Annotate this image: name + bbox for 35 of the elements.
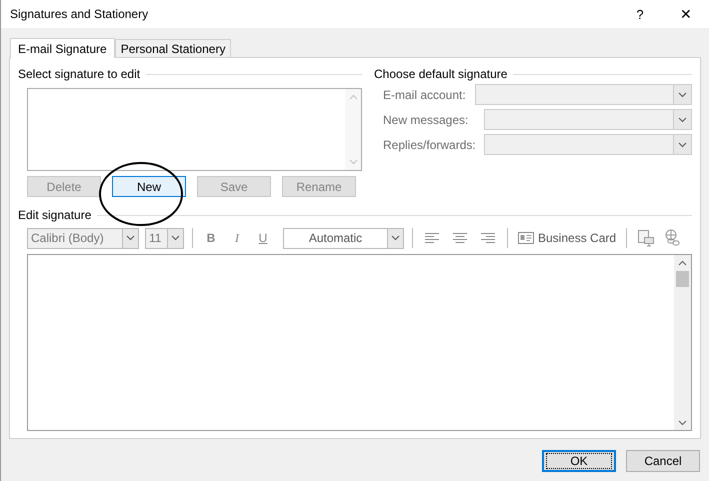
chevron-down-icon[interactable] <box>126 235 135 241</box>
field-label: New messages: <box>382 112 470 126</box>
chevron-down-icon[interactable] <box>391 235 400 241</box>
group-heading: Edit signature <box>18 208 92 222</box>
font-size-dropdown[interactable]: 11 <box>145 228 184 248</box>
dialog-button[interactable]: OK <box>542 450 616 472</box>
scrollbar-thumb[interactable] <box>676 271 689 287</box>
tab[interactable]: E-mail Signature <box>10 38 115 58</box>
field-label: Replies/forwards: <box>382 138 477 152</box>
business-card-icon <box>518 232 534 244</box>
chevron-up-icon[interactable] <box>678 260 687 266</box>
font-color-dropdown[interactable]: Automatic <box>283 228 404 248</box>
chevron-down-icon[interactable] <box>678 420 687 426</box>
field-label: E-mail account: <box>382 88 467 102</box>
scrollbar[interactable] <box>674 255 691 430</box>
align-left-icon[interactable] <box>425 232 439 244</box>
bold-button[interactable]: B <box>201 231 221 245</box>
underline-button[interactable]: U <box>253 231 273 245</box>
align-center-icon[interactable] <box>453 232 467 244</box>
window-title: Signatures and Stationery <box>10 7 150 21</box>
dialog-button[interactable]: Cancel <box>626 450 700 472</box>
picture-icon[interactable] <box>637 229 656 247</box>
group-heading: Choose default signature <box>374 67 508 81</box>
help-button[interactable]: ? <box>617 0 663 28</box>
font-dropdown[interactable]: Calibri (Body) <box>27 228 139 248</box>
group-heading: Select signature to edit <box>18 67 140 81</box>
signature-list[interactable] <box>27 88 362 171</box>
chevron-down-icon[interactable] <box>171 235 180 241</box>
tab[interactable]: Personal Stationery <box>114 39 232 57</box>
link-icon[interactable] <box>663 229 682 247</box>
business-card-button[interactable]: Business Card <box>516 231 618 245</box>
align-right-icon[interactable] <box>481 232 495 244</box>
signature-button[interactable]: New <box>112 176 186 197</box>
italic-button[interactable]: I <box>227 230 247 246</box>
close-button[interactable]: ✕ <box>663 0 709 28</box>
